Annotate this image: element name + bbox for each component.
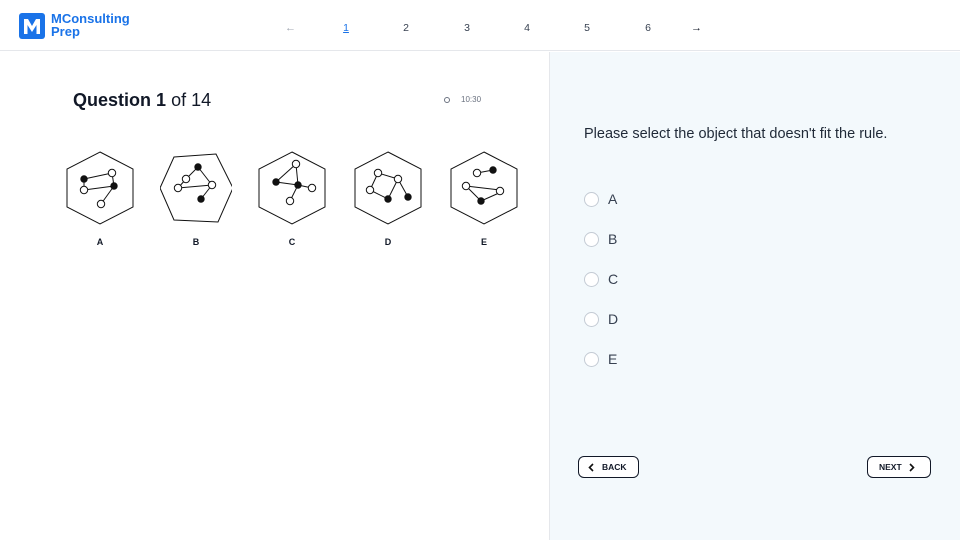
option-d-label: D xyxy=(608,311,619,327)
figure-c xyxy=(258,151,326,225)
prev-page-arrow-icon[interactable]: ← xyxy=(285,22,296,34)
radio-d[interactable] xyxy=(584,312,599,327)
page-3[interactable]: 3 xyxy=(457,22,477,34)
option-a-label: A xyxy=(608,191,618,207)
chevron-left-icon xyxy=(588,463,594,472)
chevron-right-icon xyxy=(909,463,915,472)
page-4[interactable]: 4 xyxy=(517,22,537,34)
option-c-label: C xyxy=(608,271,619,287)
question-label: Question xyxy=(73,90,152,110)
next-button[interactable]: NEXT xyxy=(867,456,931,478)
logo xyxy=(19,13,45,39)
figure-c-label: C xyxy=(288,237,296,247)
radio-a[interactable] xyxy=(584,192,599,207)
radio-b[interactable] xyxy=(584,232,599,247)
radio-c[interactable] xyxy=(584,272,599,287)
timer-value: 10:30 xyxy=(461,95,482,104)
figure-a-label: A xyxy=(96,237,104,247)
question-number: 1 xyxy=(156,90,167,110)
question-prompt: Please select the object that doesn't fi… xyxy=(584,126,888,142)
page-5[interactable]: 5 xyxy=(577,22,597,34)
figure-a xyxy=(66,151,134,225)
figure-d xyxy=(354,151,422,225)
page-6[interactable]: 6 xyxy=(638,22,658,34)
figure-e-label: E xyxy=(480,237,487,247)
top-bar: MConsulting Prep ← 1 2 3 4 5 6 → xyxy=(0,0,960,51)
figure-b xyxy=(160,153,232,223)
option-b-label: B xyxy=(608,231,618,247)
figure-b-label: B xyxy=(192,237,200,247)
back-button-label: BACK xyxy=(602,462,627,472)
next-button-label: NEXT xyxy=(879,462,902,472)
question-total: of 14 xyxy=(171,90,212,110)
brand-name-line2: Prep xyxy=(51,23,80,39)
back-button[interactable]: BACK xyxy=(578,456,639,478)
clock-icon xyxy=(444,96,450,103)
next-page-arrow-icon[interactable]: → xyxy=(691,22,702,34)
page-2[interactable]: 2 xyxy=(396,22,416,34)
figure-e xyxy=(450,151,518,225)
question-title: Question 1 of 14 xyxy=(73,90,211,111)
answer-panel: Please select the object that doesn't fi… xyxy=(549,52,960,540)
page-1[interactable]: 1 xyxy=(336,22,356,34)
timer: 10:30 xyxy=(444,95,481,104)
figure-d-label: D xyxy=(384,237,392,247)
option-e-label: E xyxy=(608,351,618,367)
brand-name: MConsulting Prep xyxy=(51,12,130,39)
logo-m-icon xyxy=(24,19,40,34)
question-panel: Question 1 of 14 10:30 A B C D E xyxy=(0,52,549,540)
radio-e[interactable] xyxy=(584,352,599,367)
